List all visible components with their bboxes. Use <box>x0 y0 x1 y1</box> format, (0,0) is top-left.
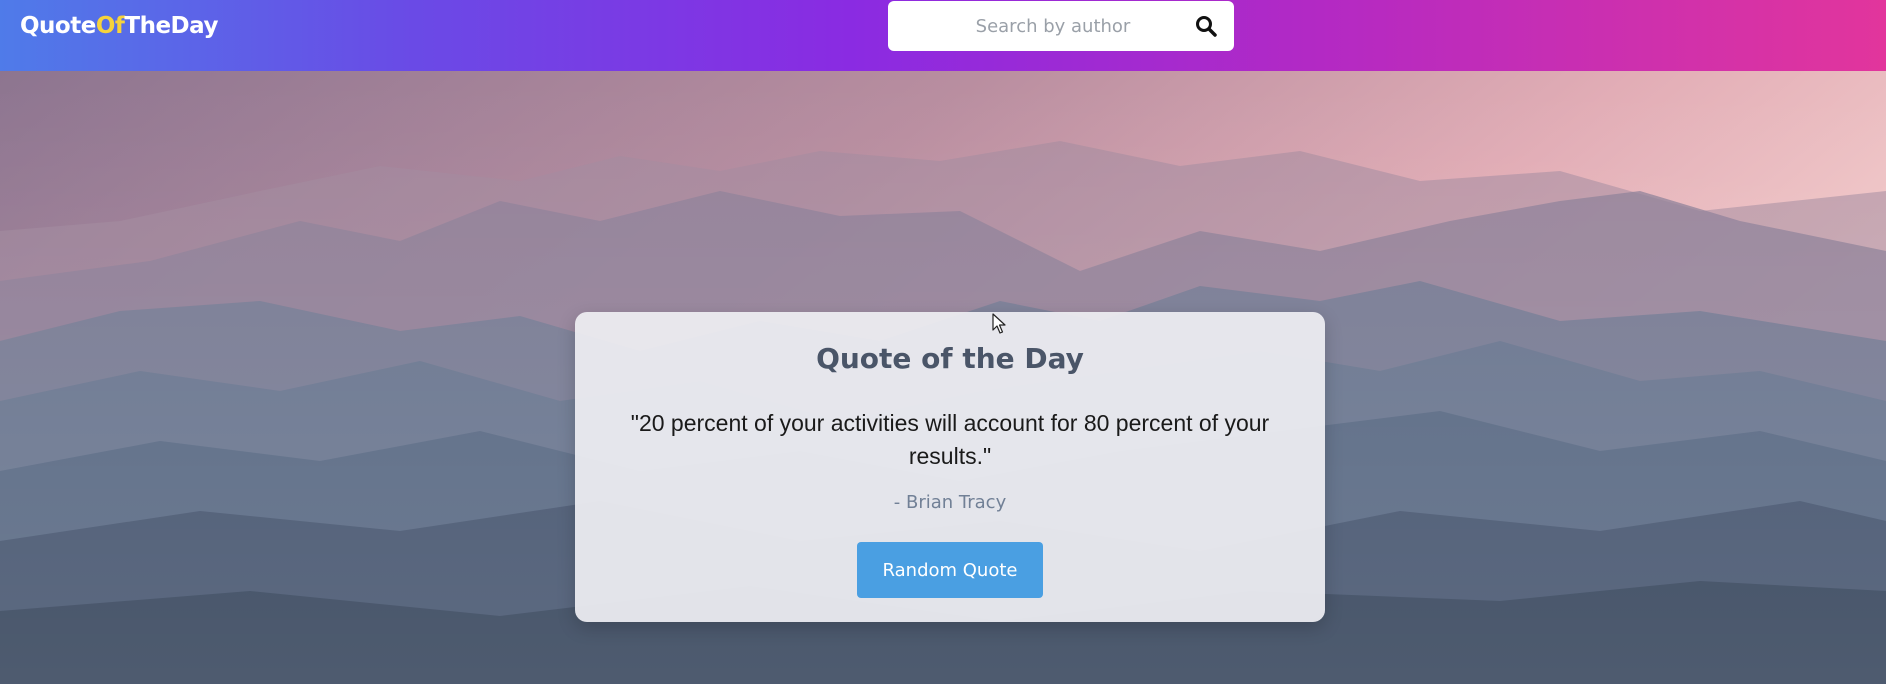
navbar: QuoteOfTheDay <box>0 0 1886 71</box>
quote-author: - Brian Tracy <box>893 492 1007 513</box>
brand-text-of: Of <box>95 13 125 39</box>
card-title: Quote of the Day <box>816 342 1084 375</box>
brand-text-quote: Quote <box>20 13 96 39</box>
mouse-cursor-icon <box>992 313 1006 334</box>
brand-text-theday: TheDay <box>124 13 218 39</box>
search-button[interactable] <box>1194 14 1218 38</box>
random-quote-button[interactable]: Random Quote <box>857 542 1043 598</box>
search-icon <box>1196 16 1217 37</box>
search-input[interactable] <box>908 6 1198 46</box>
brand-logo[interactable]: QuoteOfTheDay <box>20 13 218 39</box>
quote-text: "20 percent of your activities will acco… <box>630 410 1270 469</box>
search-bar <box>888 1 1234 51</box>
quote-card: Quote of the Day "20 percent of your act… <box>575 312 1325 622</box>
